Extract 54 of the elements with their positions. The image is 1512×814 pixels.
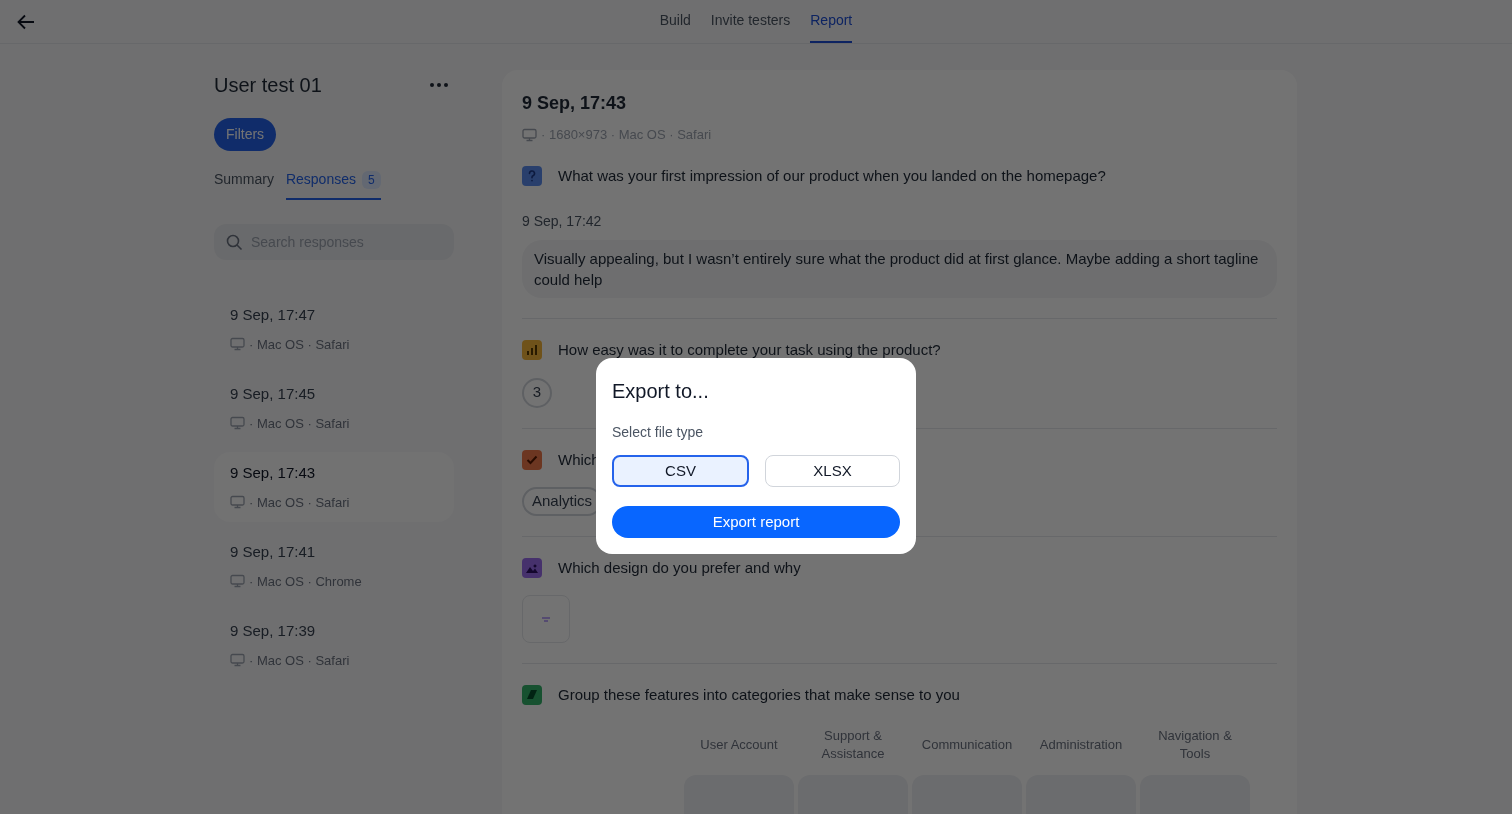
cards-icon [522, 685, 542, 706]
filters-button[interactable]: Filters [214, 118, 277, 151]
responses-tab[interactable]: Responses 5 [285, 169, 381, 200]
image-icon [522, 557, 542, 578]
file-type-option[interactable]: XLSX [765, 455, 900, 487]
monitor-icon [230, 337, 245, 352]
monitor-icon [522, 127, 537, 142]
response-meta: · Mac OS · Safari [249, 651, 350, 670]
rating-value: 3 [522, 377, 552, 408]
back-arrow-icon[interactable] [16, 12, 36, 32]
count-badge: 5 [361, 170, 381, 189]
answer-bubble: Visually appealing, but I wasn’t entirely sure what the product did at first glance. Maybe adding a short tagline could help [522, 240, 1277, 298]
category-heading: Communication [920, 735, 1014, 754]
question-text: Which design do you prefer and why [558, 557, 801, 578]
search-icon [226, 234, 243, 251]
response-date: 9 Sep, 17:43 [230, 463, 317, 483]
question-text: Group these features into categories that make sense to you [558, 685, 960, 705]
category-heading: User Account [699, 735, 779, 754]
response-date: 9 Sep, 17:45 [230, 384, 317, 404]
monitor-icon [230, 495, 245, 510]
response-meta: · Mac OS · Safari [249, 493, 350, 512]
category-heading: Navigation & Tools [1157, 726, 1233, 763]
response-item[interactable]: 9 Sep, 17:47 · Mac OS · Safari [214, 294, 454, 364]
export-button[interactable]: Export report [612, 506, 900, 538]
question-text: What was your first impression of our product when you landed on the homepage? [558, 165, 1106, 186]
monitor-icon [230, 653, 245, 668]
question-icon [522, 165, 542, 186]
response-item[interactable]: 9 Sep, 17:45 · Mac OS · Safari [214, 373, 454, 443]
response-date: 9 Sep, 17:47 [230, 305, 317, 325]
category-heading: Administration [1038, 735, 1124, 754]
nav-tab[interactable]: Invite testers [710, 0, 791, 43]
monitor-icon [230, 574, 245, 589]
file-type-option[interactable]: CSV [612, 455, 749, 487]
more-icon[interactable] [430, 83, 448, 87]
test-title: User test 01 [214, 73, 322, 98]
checkmark-icon [522, 449, 542, 470]
response-meta: · Mac OS · Safari [249, 335, 350, 354]
bar-chart-icon [522, 340, 542, 361]
answer-date: 9 Sep, 17:42 [522, 212, 603, 231]
dialog-title: Export to... [612, 379, 710, 404]
responses-tab[interactable]: Summary [214, 169, 274, 200]
response-title: 9 Sep, 17:43 [522, 92, 628, 115]
response-item[interactable]: 9 Sep, 17:39 · Mac OS · Safari [214, 610, 454, 680]
response-item[interactable]: 9 Sep, 17:41 · Mac OS · Chrome [214, 531, 454, 601]
question-text: How easy was it to complete your task using the product? [558, 340, 941, 360]
response-meta: · Mac OS · Safari [249, 414, 350, 433]
monitor-icon [230, 416, 245, 431]
category-heading: Support & Assistance [820, 726, 886, 763]
nav-tab[interactable]: Build [659, 0, 691, 43]
response-date: 9 Sep, 17:39 [230, 621, 317, 641]
response-meta: · Mac OS · Chrome [249, 572, 362, 591]
response-date: 9 Sep, 17:41 [230, 542, 317, 562]
nav-tab[interactable]: Report [810, 0, 853, 43]
dialog-label: Select file type [612, 423, 705, 442]
